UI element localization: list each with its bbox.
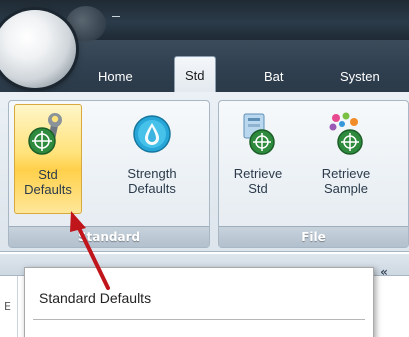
retrieve-std-icon [243, 113, 275, 155]
tab-bat[interactable]: Bat [254, 62, 294, 92]
collapse-panel-button[interactable]: « [372, 262, 396, 286]
label-line2: Defaults [24, 182, 72, 197]
water-drop-icon [133, 115, 171, 153]
tab-system[interactable]: Systen [330, 62, 390, 92]
tooltip-popup: Standard Defaults [24, 267, 374, 337]
tab-home[interactable]: Home [88, 62, 143, 92]
quick-access-dropdown-icon[interactable] [110, 13, 122, 25]
strength-defaults-label: Strength Defaults [118, 166, 186, 196]
label-line1: Std [38, 167, 58, 182]
left-panel-strip: E [0, 276, 18, 337]
label-line2: Std [248, 181, 268, 196]
wrench-target-icon [28, 113, 62, 155]
group-label-standard: Standard [9, 226, 209, 247]
retrieve-sample-icon [329, 112, 363, 155]
app-window: Home Std Bat Systen Standard Std Default… [0, 0, 409, 337]
retrieve-std-button[interactable]: Retrieve Std [224, 104, 292, 214]
group-label-file: File [219, 226, 408, 247]
strength-defaults-button[interactable]: Strength Defaults [118, 104, 186, 214]
left-strip-glyph: E [4, 300, 11, 313]
retrieve-std-label: Retrieve Std [224, 166, 292, 196]
label-line1: Retrieve [321, 166, 371, 181]
std-defaults-button[interactable]: Std Defaults [14, 104, 82, 214]
tooltip-title: Standard Defaults [39, 290, 152, 306]
label-line2: Defaults [128, 181, 176, 196]
label-line1: Strength [127, 166, 177, 181]
tooltip-divider [33, 319, 365, 320]
retrieve-sample-button[interactable]: Retrieve Sample [312, 104, 380, 214]
std-defaults-label: Std Defaults [15, 167, 81, 197]
label-line2: Sample [323, 181, 369, 196]
label-line1: Retrieve [233, 166, 283, 181]
retrieve-sample-label: Retrieve Sample [312, 166, 380, 196]
tab-std[interactable]: Std [174, 56, 216, 93]
